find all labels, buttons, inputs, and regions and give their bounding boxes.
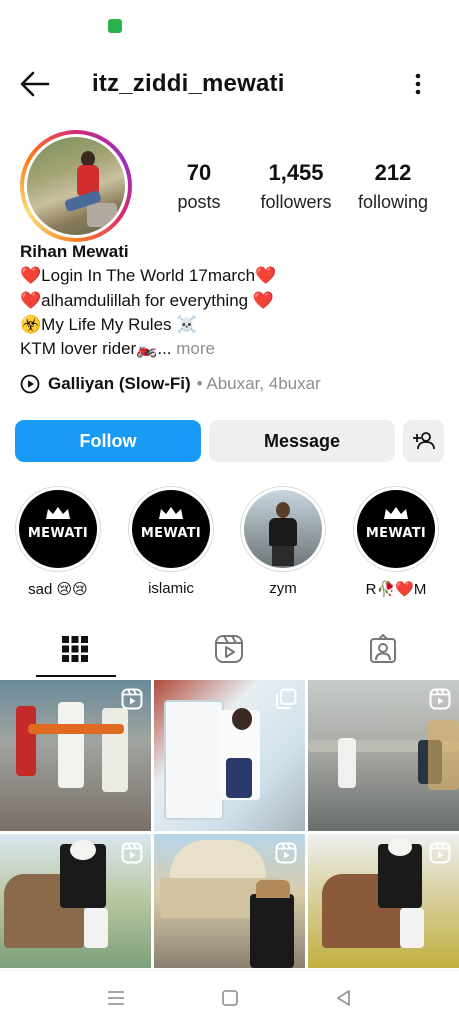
followers-stat[interactable]: 1,455 followers	[254, 160, 338, 213]
add-user-icon	[412, 432, 435, 450]
following-label: following	[357, 192, 429, 212]
following-count: 212	[374, 160, 412, 185]
avatar	[27, 137, 125, 235]
highlight-cover-text: MEWATI	[27, 525, 89, 541]
bio-line-3: ☣️My Life My Rules ☠️	[20, 314, 198, 334]
back-triangle-icon[interactable]	[332, 987, 356, 1009]
post-thumbnail[interactable]	[308, 680, 459, 831]
highlight-photo	[244, 490, 322, 568]
highlight-sad[interactable]: MEWATI sad 😢😢	[13, 486, 103, 598]
bio-line-4: KTM lover rider🏍️... more	[20, 337, 440, 361]
system-nav-bar	[0, 970, 459, 1024]
bio-line-1: ❤️Login In The World 17march❤️	[20, 266, 277, 286]
reel-badge-icon	[275, 842, 297, 864]
highlight-label: R🥀❤️M	[365, 581, 427, 598]
multi-post-icon	[276, 688, 297, 709]
tab-posts-grid[interactable]	[0, 622, 150, 676]
reel-badge-icon	[429, 688, 451, 710]
arrow-left-icon[interactable]	[18, 70, 52, 98]
play-circle-icon	[20, 374, 40, 394]
display-name: Rihan Mewati	[20, 242, 129, 261]
music-title: Galliyan (Slow-Fi)	[48, 374, 191, 393]
post-thumbnail[interactable]	[0, 834, 151, 968]
tab-tagged[interactable]	[308, 622, 458, 676]
profile-music[interactable]: Galliyan (Slow-Fi) • Abuxar, 4buxar	[20, 372, 321, 396]
followers-count: 1,455	[268, 160, 324, 185]
post-thumbnail[interactable]	[154, 834, 305, 968]
grid-icon	[62, 636, 88, 662]
bio-more-link[interactable]: more	[172, 339, 215, 358]
crown-icon	[46, 507, 70, 519]
tagged-icon	[370, 634, 396, 663]
reels-icon	[215, 635, 243, 663]
posts-label: posts	[177, 192, 221, 212]
highlight-cover-text: MEWATI	[140, 525, 202, 541]
profile-tabs	[0, 622, 459, 678]
suggested-users-button[interactable]	[403, 420, 444, 462]
post-thumbnail[interactable]	[154, 680, 305, 831]
followers-label: followers	[260, 192, 332, 212]
reel-badge-icon	[121, 688, 143, 710]
status-bar	[0, 0, 459, 50]
highlight-label: zym	[269, 580, 297, 597]
highlight-islamic[interactable]: MEWATI islamic	[126, 486, 216, 597]
follow-button[interactable]: Follow	[15, 420, 201, 462]
more-vertical-icon[interactable]	[408, 70, 428, 98]
avatar-story-ring[interactable]	[20, 130, 132, 242]
notification-icon	[108, 19, 122, 33]
post-thumbnail[interactable]	[308, 834, 459, 968]
posts-grid	[0, 680, 459, 970]
bio-line-2: ❤️alhamdulillah for everything ❤️	[20, 290, 275, 310]
posts-stat[interactable]: 70 posts	[168, 160, 230, 213]
posts-count: 70	[186, 160, 212, 185]
crown-icon	[384, 507, 408, 519]
reel-badge-icon	[121, 842, 143, 864]
profile-username: itz_ziddi_mewati	[92, 70, 285, 97]
highlight-rm[interactable]: MEWATI R🥀❤️M	[351, 486, 441, 598]
highlight-label: islamic	[148, 580, 194, 597]
top-bar: itz_ziddi_mewati	[0, 58, 459, 110]
home-icon[interactable]	[218, 987, 242, 1009]
profile-header: 70 posts 1,455 followers 212 following	[0, 130, 459, 242]
story-highlights: MEWATI sad 😢😢 MEWATI islamic zym MEWATI …	[0, 486, 459, 606]
recent-apps-icon[interactable]	[104, 987, 128, 1009]
music-artist: • Abuxar, 4buxar	[196, 374, 321, 393]
bio-line-4-text: KTM lover rider🏍️...	[20, 339, 172, 359]
following-stat[interactable]: 212 following	[352, 160, 434, 213]
post-thumbnail[interactable]	[0, 680, 151, 831]
reel-badge-icon	[429, 842, 451, 864]
highlight-cover-text: MEWATI	[365, 525, 427, 541]
message-button[interactable]: Message	[209, 420, 395, 462]
highlight-label: sad 😢😢	[28, 581, 88, 598]
active-tab-indicator	[36, 675, 116, 677]
profile-bio: Rihan Mewati ❤️Login In The World 17marc…	[20, 240, 440, 361]
crown-icon	[159, 507, 183, 519]
highlight-zym[interactable]: zym	[238, 486, 328, 597]
tab-reels[interactable]	[154, 622, 304, 676]
